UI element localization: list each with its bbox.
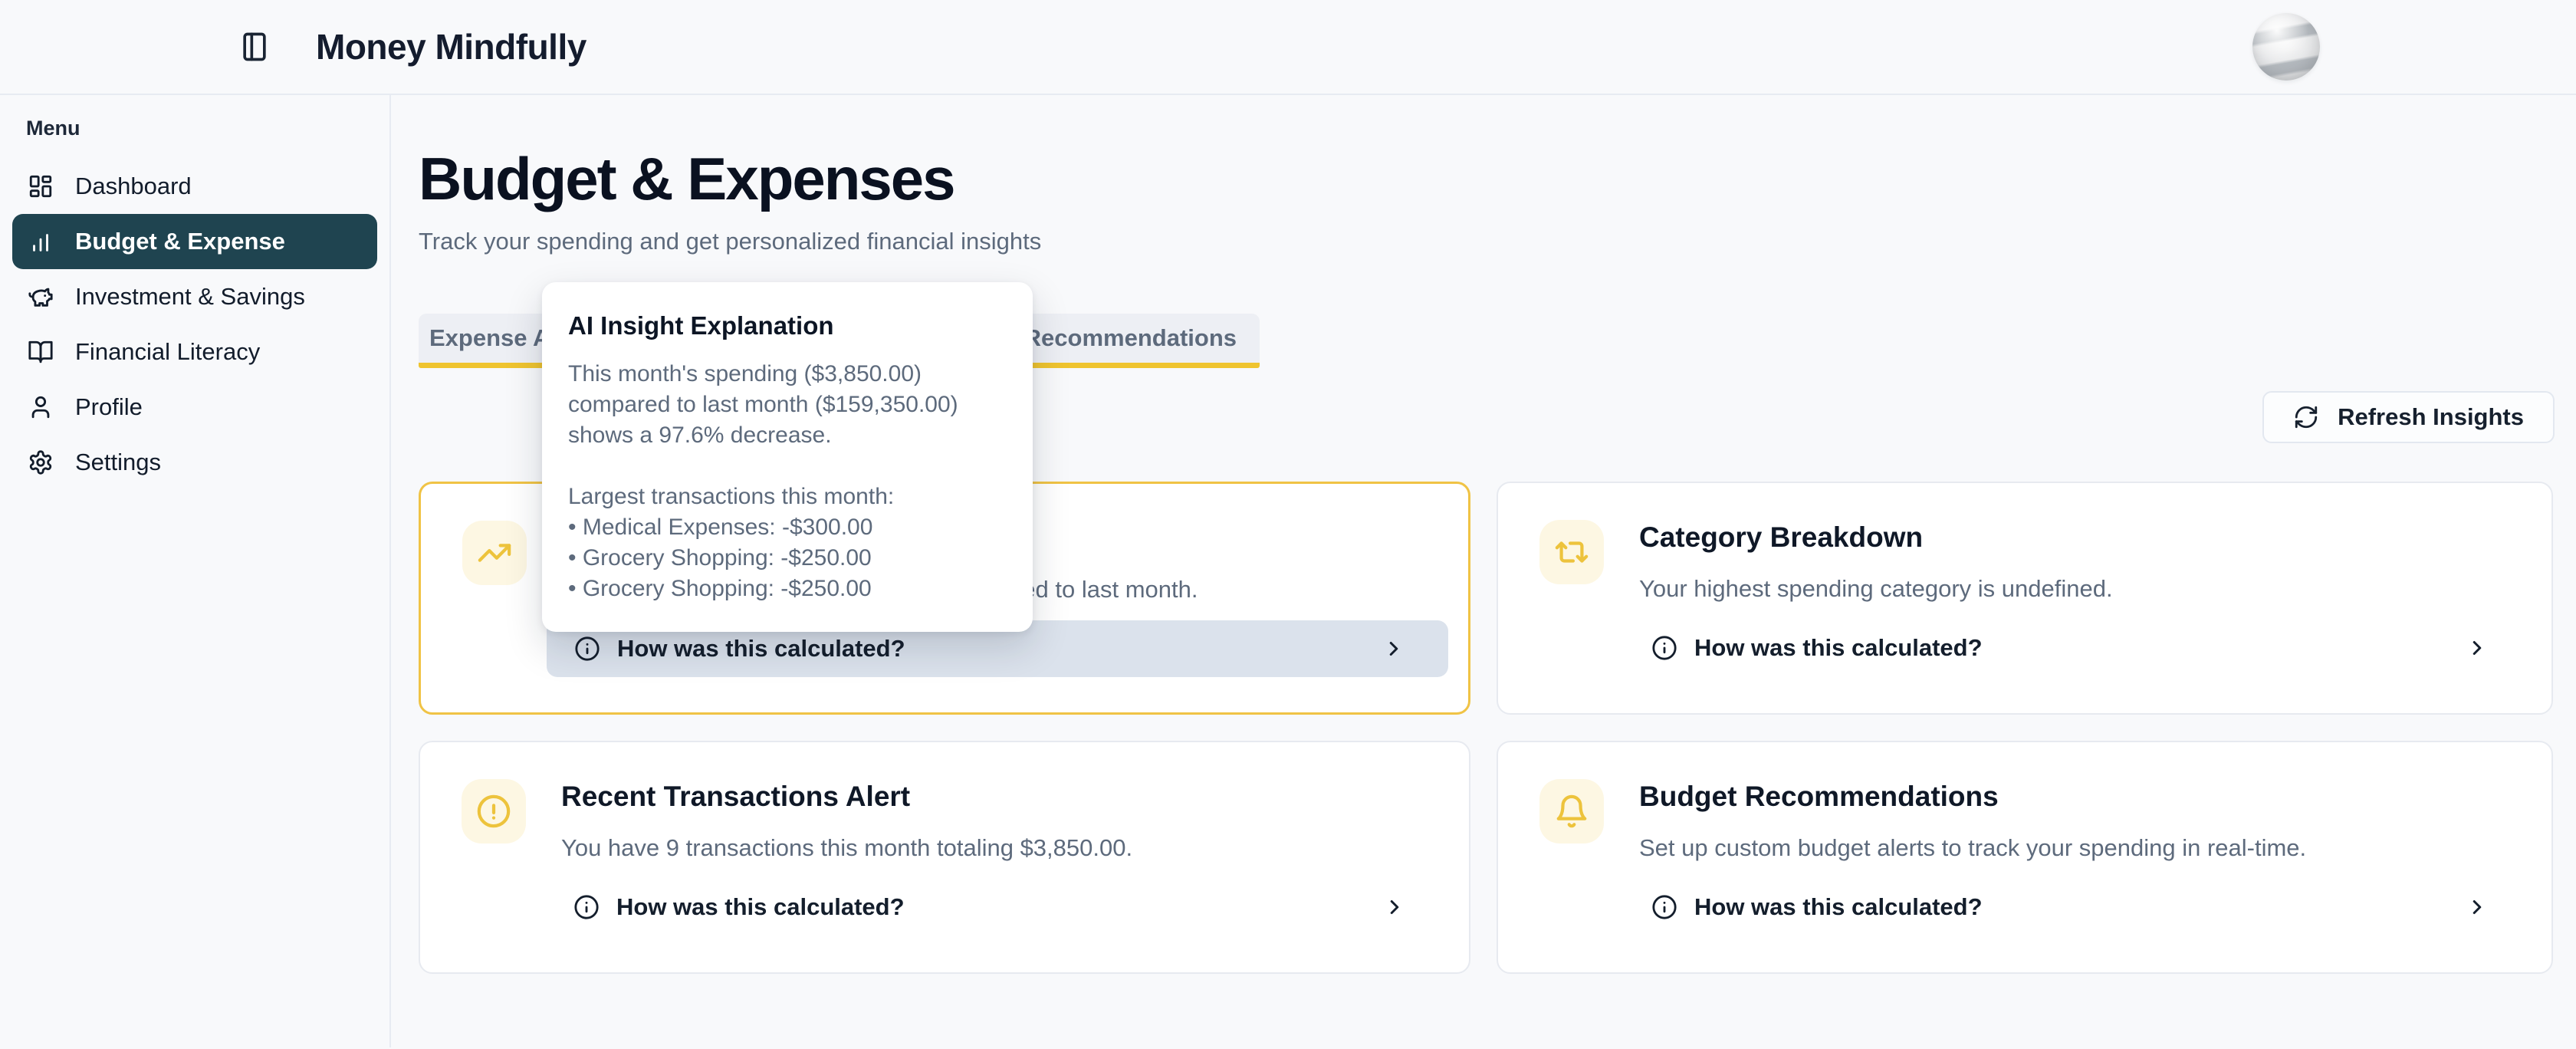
how-calculated-label: How was this calculated? (1694, 893, 1983, 921)
sidebar-toggle-button[interactable] (233, 25, 276, 68)
refresh-icon (2293, 404, 2319, 430)
alert-circle-icon (462, 779, 526, 843)
info-icon (574, 636, 600, 662)
page-title: Budget & Expenses (419, 144, 2555, 214)
info-icon (1651, 635, 1677, 661)
sidebar-item-label: Profile (75, 393, 143, 421)
how-calculated-row[interactable]: How was this calculated? (546, 879, 1449, 936)
card-description: You have 9 transactions this month total… (561, 834, 1405, 862)
bell-icon (1539, 779, 1604, 843)
card-description: Your highest spending category is undefi… (1639, 575, 2482, 603)
sidebar-item-label: Settings (75, 449, 161, 476)
card-budget-recommendations: Budget Recommendations Set up custom bud… (1497, 741, 2553, 974)
sidebar: Menu Dashboard Budget & Expense (0, 95, 391, 1047)
sidebar-item-profile[interactable]: Profile (12, 380, 377, 435)
card-title: Category Breakdown (1639, 521, 1923, 554)
dashboard-icon (28, 173, 55, 200)
how-calculated-label: How was this calculated? (616, 893, 905, 921)
panel-left-icon (238, 30, 271, 64)
sidebar-nav: Dashboard Budget & Expense Investme (12, 159, 377, 490)
avatar[interactable] (2252, 13, 2320, 81)
card-title: Recent Transactions Alert (561, 781, 910, 813)
sidebar-item-dashboard[interactable]: Dashboard (12, 159, 377, 214)
sidebar-item-label: Budget & Expense (75, 228, 285, 255)
info-icon (573, 894, 600, 920)
tooltip-title: AI Insight Explanation (568, 311, 1007, 340)
gear-icon (28, 449, 55, 476)
main-content: Budget & Expenses Track your spending an… (391, 95, 2576, 1047)
card-recent-transactions-alert: Recent Transactions Alert You have 9 tra… (419, 741, 1470, 974)
sidebar-menu-label: Menu (26, 117, 377, 140)
tooltip-line: • Medical Expenses: -$300.00 (568, 512, 1007, 543)
repeat-icon (1539, 520, 1604, 584)
how-calculated-row[interactable]: How was this calculated? (1624, 879, 2532, 936)
user-icon (28, 393, 55, 421)
trending-up-icon (462, 521, 527, 585)
sidebar-item-financial-literacy[interactable]: Financial Literacy (12, 324, 377, 380)
bar-chart-icon (28, 228, 55, 255)
sidebar-item-label: Dashboard (75, 173, 192, 200)
piggy-bank-icon (28, 283, 55, 311)
app-header: Money Mindfully (0, 0, 2576, 95)
card-description: Set up custom budget alerts to track you… (1639, 834, 2482, 862)
app-title: Money Mindfully (316, 26, 586, 67)
refresh-insights-button[interactable]: Refresh Insights (2262, 391, 2555, 443)
info-icon (1651, 894, 1677, 920)
sidebar-item-settings[interactable]: Settings (12, 435, 377, 490)
refresh-insights-label: Refresh Insights (2338, 403, 2524, 431)
book-open-icon (28, 338, 55, 366)
sidebar-item-label: Financial Literacy (75, 338, 260, 366)
how-calculated-label: How was this calculated? (1694, 634, 1983, 662)
sidebar-item-budget-expense[interactable]: Budget & Expense (12, 214, 377, 269)
ai-insight-tooltip: AI Insight Explanation This month's spen… (542, 282, 1033, 632)
tooltip-line: Largest transactions this month: (568, 482, 1007, 512)
sidebar-item-label: Investment & Savings (75, 283, 305, 311)
chevron-right-icon (2466, 896, 2489, 919)
chevron-right-icon (1383, 896, 1406, 919)
how-calculated-label: How was this calculated? (617, 635, 905, 663)
sidebar-item-investment-savings[interactable]: Investment & Savings (12, 269, 377, 324)
chevron-right-icon (1382, 637, 1405, 660)
card-category-breakdown: Category Breakdown Your highest spending… (1497, 482, 2553, 715)
tooltip-line: • Grocery Shopping: -$250.00 (568, 543, 1007, 574)
chevron-right-icon (2466, 636, 2489, 659)
card-title: Budget Recommendations (1639, 781, 1999, 813)
tooltip-line: • Grocery Shopping: -$250.00 (568, 574, 1007, 604)
how-calculated-row[interactable]: How was this calculated? (1624, 620, 2532, 676)
tooltip-paragraph: This month's spending ($3,850.00) compar… (568, 359, 1007, 451)
page-subtitle: Track your spending and get personalized… (419, 228, 2555, 255)
